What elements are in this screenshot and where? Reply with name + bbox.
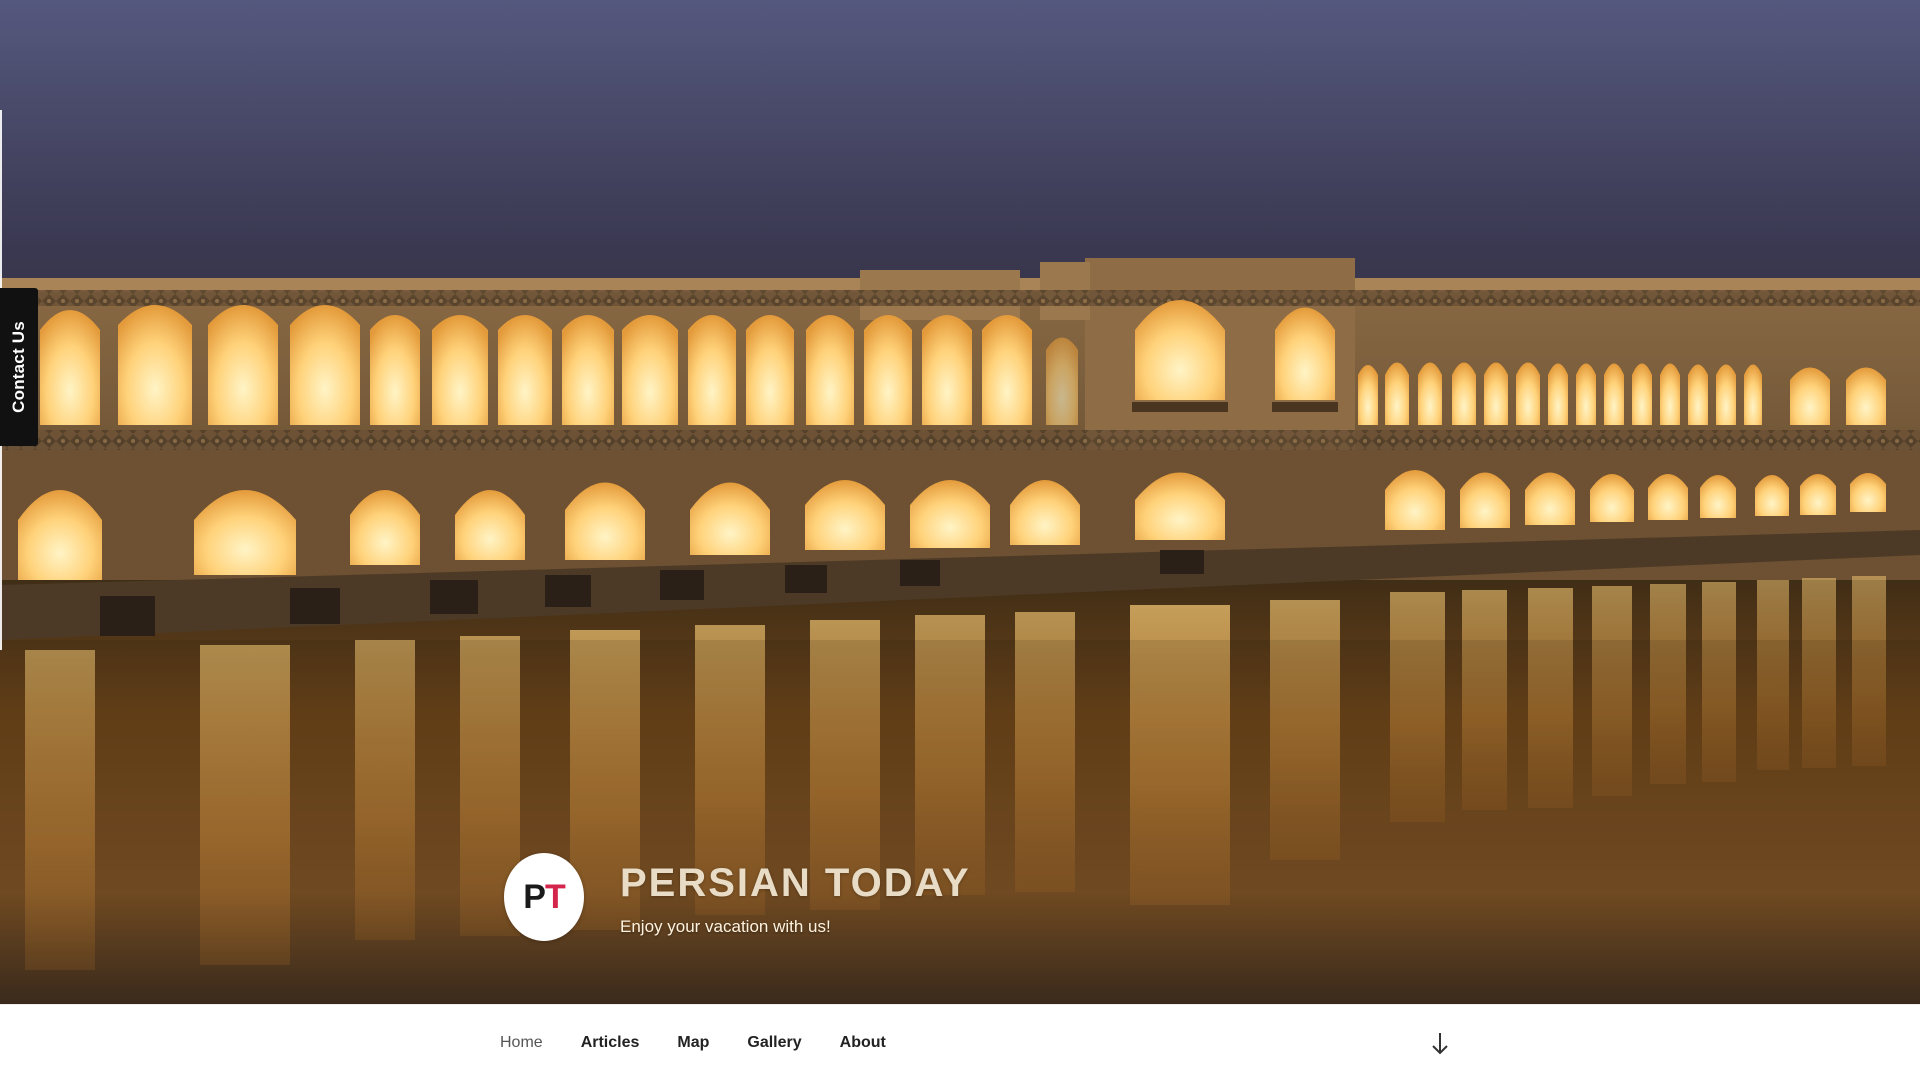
nav-menu: Home Articles Map Gallery About: [500, 1005, 924, 1080]
nav-item-home[interactable]: Home: [500, 1034, 543, 1052]
nav-item-articles[interactable]: Articles: [581, 1034, 640, 1052]
logo-letter-t: T: [544, 878, 566, 916]
logo-letter-p: P: [523, 878, 546, 916]
nav-item-map[interactable]: Map: [677, 1034, 709, 1052]
hero-header: [0, 0, 1920, 1004]
page: Contact Us PT PERSIAN TODAY Enjoy your v…: [0, 0, 1920, 1080]
site-tagline: Enjoy your vacation with us!: [620, 917, 831, 936]
arrow-down-icon[interactable]: [1430, 1031, 1450, 1057]
hero-bridge-image: [0, 0, 1920, 1004]
nav-item-about[interactable]: About: [840, 1034, 886, 1052]
main-navigation: Home Articles Map Gallery About: [0, 1004, 1920, 1080]
site-logo-letters: PT: [504, 853, 584, 941]
contact-us-label: Contact Us: [9, 321, 28, 413]
contact-us-tab[interactable]: Contact Us: [0, 288, 38, 446]
site-title[interactable]: PERSIAN TODAY: [620, 861, 971, 906]
nav-item-gallery[interactable]: Gallery: [747, 1034, 801, 1052]
